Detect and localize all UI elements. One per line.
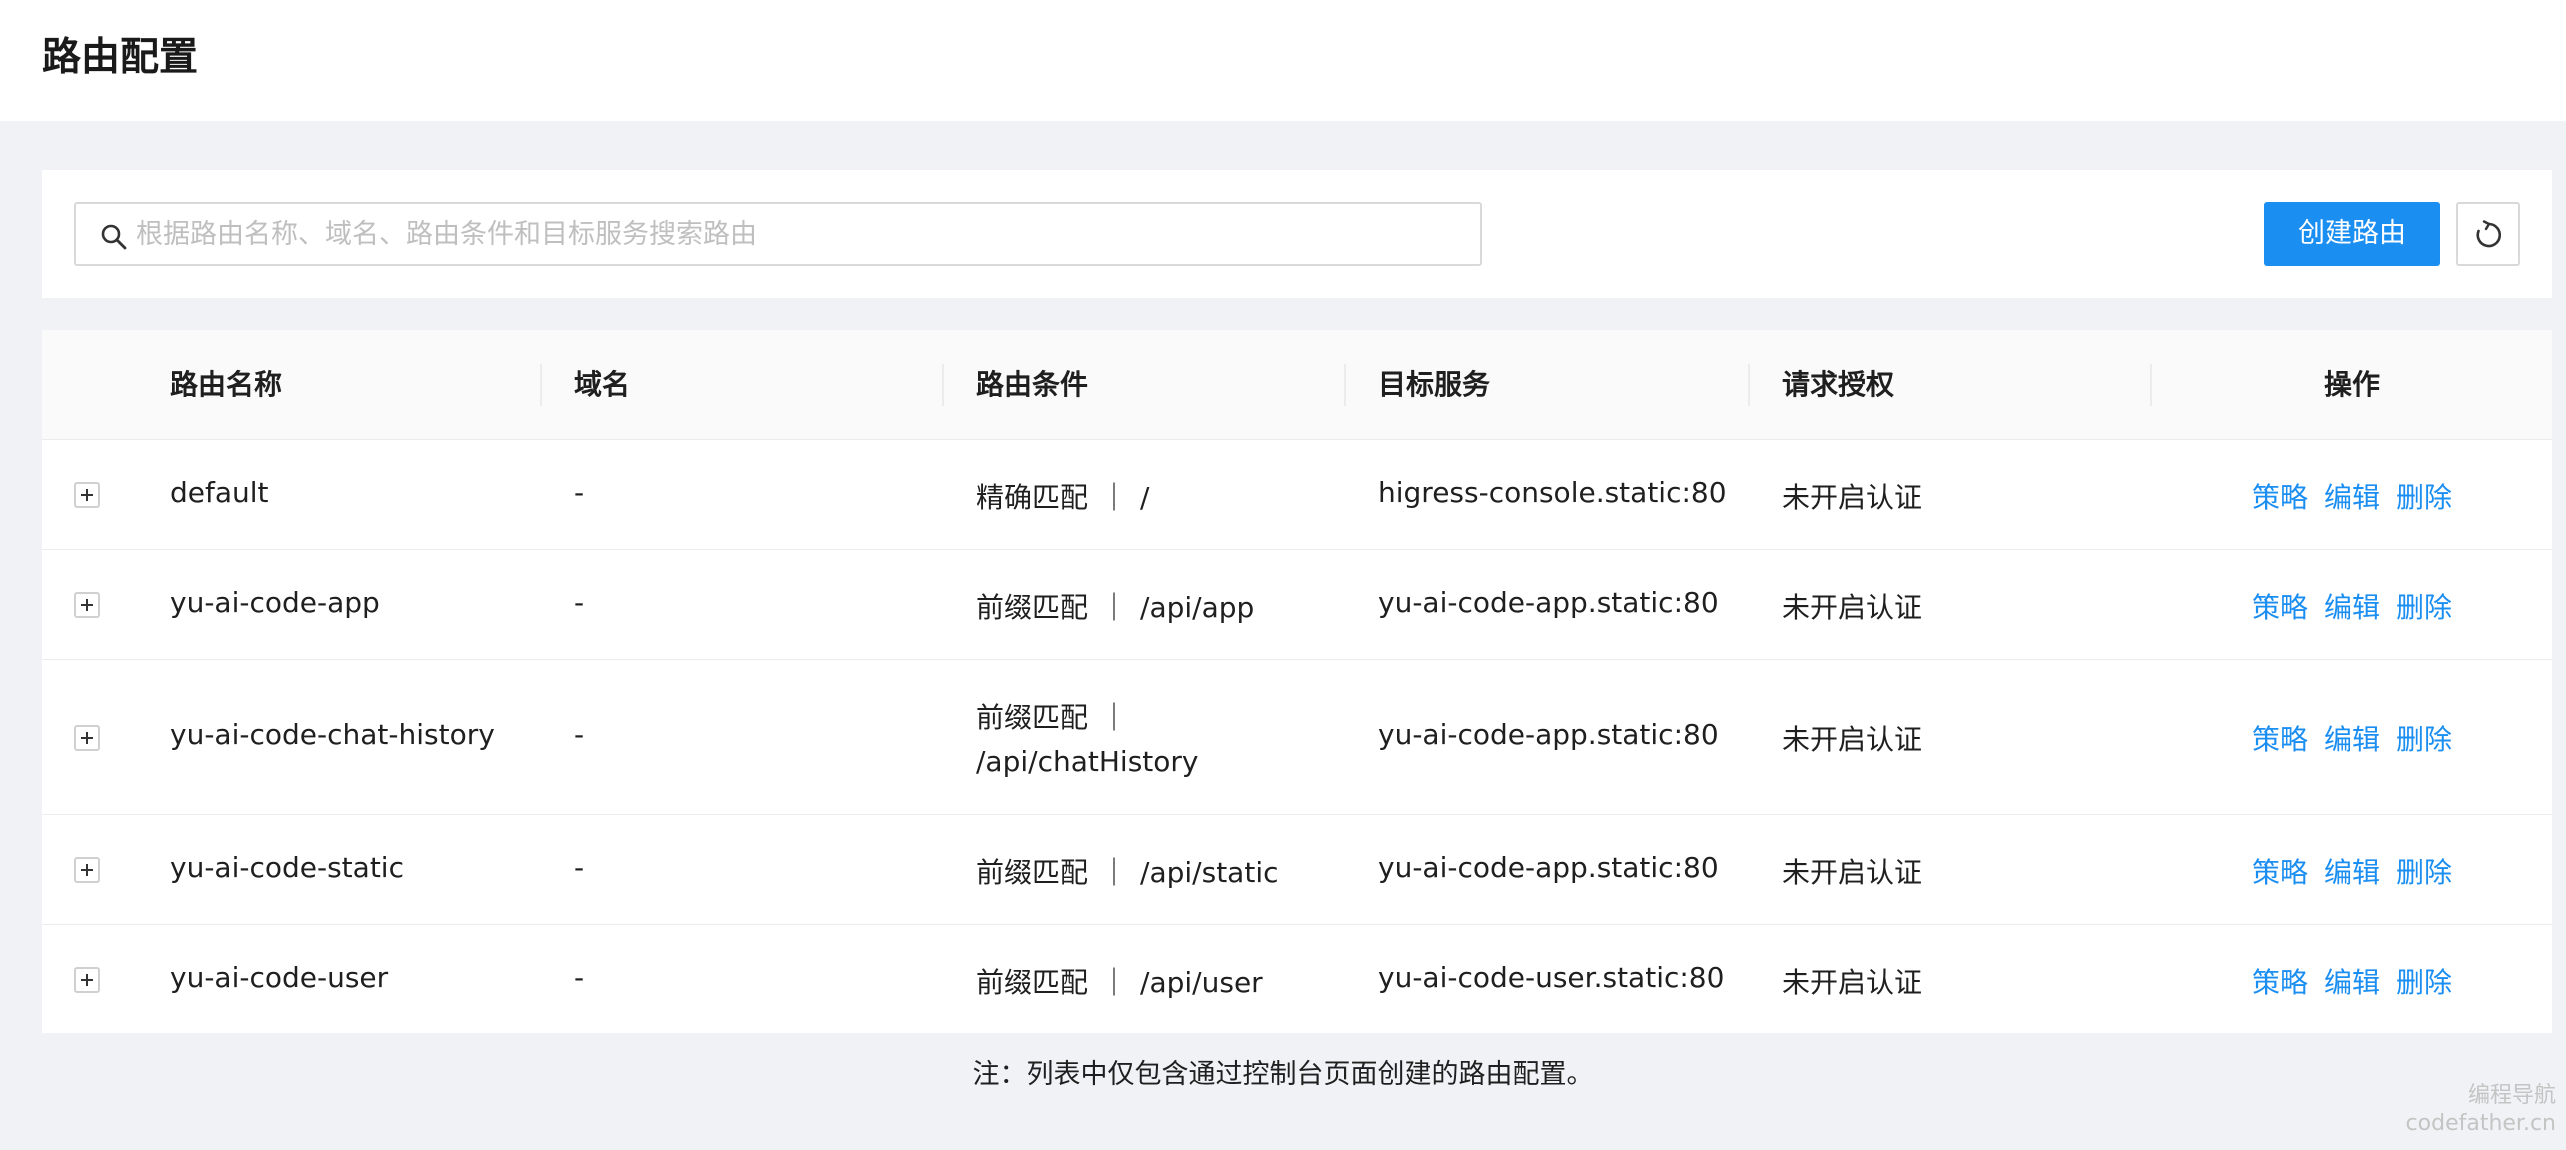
route-service: yu-ai-code-app.static:80 bbox=[1378, 586, 1719, 619]
policy-link[interactable]: 策略 bbox=[2252, 586, 2308, 626]
match-separator: ｜ bbox=[1100, 966, 1129, 999]
expand-row-button[interactable] bbox=[74, 857, 100, 883]
match-path: /api/static bbox=[1140, 856, 1279, 889]
page-title: 路由配置 bbox=[42, 35, 199, 80]
route-name: yu-ai-code-static bbox=[170, 851, 404, 884]
table-footnote: 注：列表中仅包含通过控制台页面创建的路由配置。 bbox=[972, 1059, 1594, 1090]
delete-link[interactable]: 删除 bbox=[2396, 851, 2452, 891]
expand-row-button[interactable] bbox=[74, 725, 100, 751]
delete-link[interactable]: 删除 bbox=[2396, 476, 2452, 516]
column-header-auth: 请求授权 bbox=[1782, 368, 1895, 401]
match-path: /api/chatHistory bbox=[976, 745, 1199, 778]
edit-link[interactable]: 编辑 bbox=[2324, 851, 2380, 891]
expand-row-button[interactable] bbox=[74, 482, 100, 508]
match-type: 前缀匹配 bbox=[976, 856, 1089, 889]
route-domain: - bbox=[574, 476, 585, 509]
table-header: 路由名称 域名 路由条件 目标服务 请求授权 操作 bbox=[42, 330, 2552, 440]
watermark-line-1: 编程导航 bbox=[2467, 1083, 2556, 1108]
refresh-button[interactable] bbox=[2456, 202, 2520, 266]
table-row: default - 精确匹配 ｜ / higress-console.static:… bbox=[42, 440, 2552, 550]
edit-link[interactable]: 编辑 bbox=[2324, 961, 2380, 1001]
search-input[interactable] bbox=[136, 204, 1466, 264]
route-domain: - bbox=[574, 851, 585, 884]
table-row: yu-ai-code-user - 前缀匹配 ｜ /api/user yu-ai-c… bbox=[42, 925, 2552, 1033]
route-domain: - bbox=[574, 586, 585, 619]
route-service: higress-console.static:80 bbox=[1378, 476, 1727, 509]
toolbar: 创建路由 bbox=[42, 170, 2552, 298]
route-auth: 未开启认证 bbox=[1782, 591, 1923, 624]
match-path: / bbox=[1140, 481, 1150, 514]
routes-table: 路由名称 域名 路由条件 目标服务 请求授权 操作 default - 精确匹配… bbox=[42, 330, 2552, 1033]
delete-link[interactable]: 删除 bbox=[2396, 718, 2452, 758]
match-path: /api/user bbox=[1140, 966, 1263, 999]
column-header-service: 目标服务 bbox=[1378, 368, 1491, 401]
match-separator: ｜ bbox=[1100, 591, 1129, 624]
watermark-line-2: codefather.cn bbox=[2405, 1111, 2556, 1136]
route-match: 前缀匹配 ｜ /api/chatHistory bbox=[976, 696, 1198, 784]
edit-link[interactable]: 编辑 bbox=[2324, 586, 2380, 626]
search-icon bbox=[100, 223, 128, 251]
route-match: 前缀匹配 ｜ /api/user bbox=[976, 961, 1263, 1001]
route-auth: 未开启认证 bbox=[1782, 966, 1923, 999]
expand-row-button[interactable] bbox=[74, 967, 100, 993]
column-header-match: 路由条件 bbox=[976, 368, 1089, 401]
edit-link[interactable]: 编辑 bbox=[2324, 476, 2380, 516]
match-separator: ｜ bbox=[1100, 701, 1129, 734]
match-path: /api/app bbox=[1140, 591, 1255, 624]
create-route-button[interactable]: 创建路由 bbox=[2264, 202, 2440, 266]
route-name: yu-ai-code-app bbox=[170, 586, 380, 619]
route-service: yu-ai-code-user.static:80 bbox=[1378, 961, 1725, 994]
route-name: default bbox=[170, 476, 269, 509]
match-type: 前缀匹配 bbox=[976, 591, 1089, 624]
delete-link[interactable]: 删除 bbox=[2396, 586, 2452, 626]
refresh-icon bbox=[2476, 220, 2501, 248]
table-row: yu-ai-code-chat-history - 前缀匹配 ｜ /api/cha… bbox=[42, 660, 2552, 815]
match-separator: ｜ bbox=[1100, 481, 1129, 514]
column-header-route-name: 路由名称 bbox=[170, 368, 283, 401]
route-name: yu-ai-code-user bbox=[170, 961, 389, 994]
table-row: yu-ai-code-app - 前缀匹配 ｜ /api/app yu-ai-cod… bbox=[42, 550, 2552, 660]
policy-link[interactable]: 策略 bbox=[2252, 961, 2308, 1001]
column-divider bbox=[540, 364, 542, 406]
route-match: 前缀匹配 ｜ /api/static bbox=[976, 851, 1279, 891]
route-auth: 未开启认证 bbox=[1782, 481, 1923, 514]
route-service: yu-ai-code-app.static:80 bbox=[1378, 718, 1719, 751]
policy-link[interactable]: 策略 bbox=[2252, 851, 2308, 891]
search-box[interactable] bbox=[74, 202, 1482, 266]
column-divider bbox=[1344, 364, 1346, 406]
match-type: 前缀匹配 bbox=[976, 966, 1089, 999]
policy-link[interactable]: 策略 bbox=[2252, 718, 2308, 758]
table-row: yu-ai-code-static - 前缀匹配 ｜ /api/static yu-… bbox=[42, 815, 2552, 925]
route-auth: 未开启认证 bbox=[1782, 723, 1923, 756]
match-type: 前缀匹配 bbox=[976, 701, 1089, 734]
page-header: 路由配置 bbox=[0, 0, 2566, 121]
delete-link[interactable]: 删除 bbox=[2396, 961, 2452, 1001]
route-service: yu-ai-code-app.static:80 bbox=[1378, 851, 1719, 884]
match-type: 精确匹配 bbox=[976, 481, 1089, 514]
policy-link[interactable]: 策略 bbox=[2252, 476, 2308, 516]
route-match: 前缀匹配 ｜ /api/app bbox=[976, 586, 1254, 626]
match-separator: ｜ bbox=[1100, 856, 1129, 889]
edit-link[interactable]: 编辑 bbox=[2324, 718, 2380, 758]
column-divider bbox=[1748, 364, 1750, 406]
route-domain: - bbox=[574, 961, 585, 994]
column-header-actions: 操作 bbox=[2324, 368, 2381, 401]
expand-row-button[interactable] bbox=[74, 592, 100, 618]
route-name: yu-ai-code-chat-history bbox=[170, 718, 495, 751]
watermark: 编程导航 codefather.cn bbox=[2406, 1082, 2556, 1138]
route-match: 精确匹配 ｜ / bbox=[976, 476, 1149, 516]
column-header-domain: 域名 bbox=[574, 368, 631, 401]
column-divider bbox=[2150, 364, 2152, 406]
route-auth: 未开启认证 bbox=[1782, 856, 1923, 889]
column-divider bbox=[942, 364, 944, 406]
route-domain: - bbox=[574, 718, 585, 751]
